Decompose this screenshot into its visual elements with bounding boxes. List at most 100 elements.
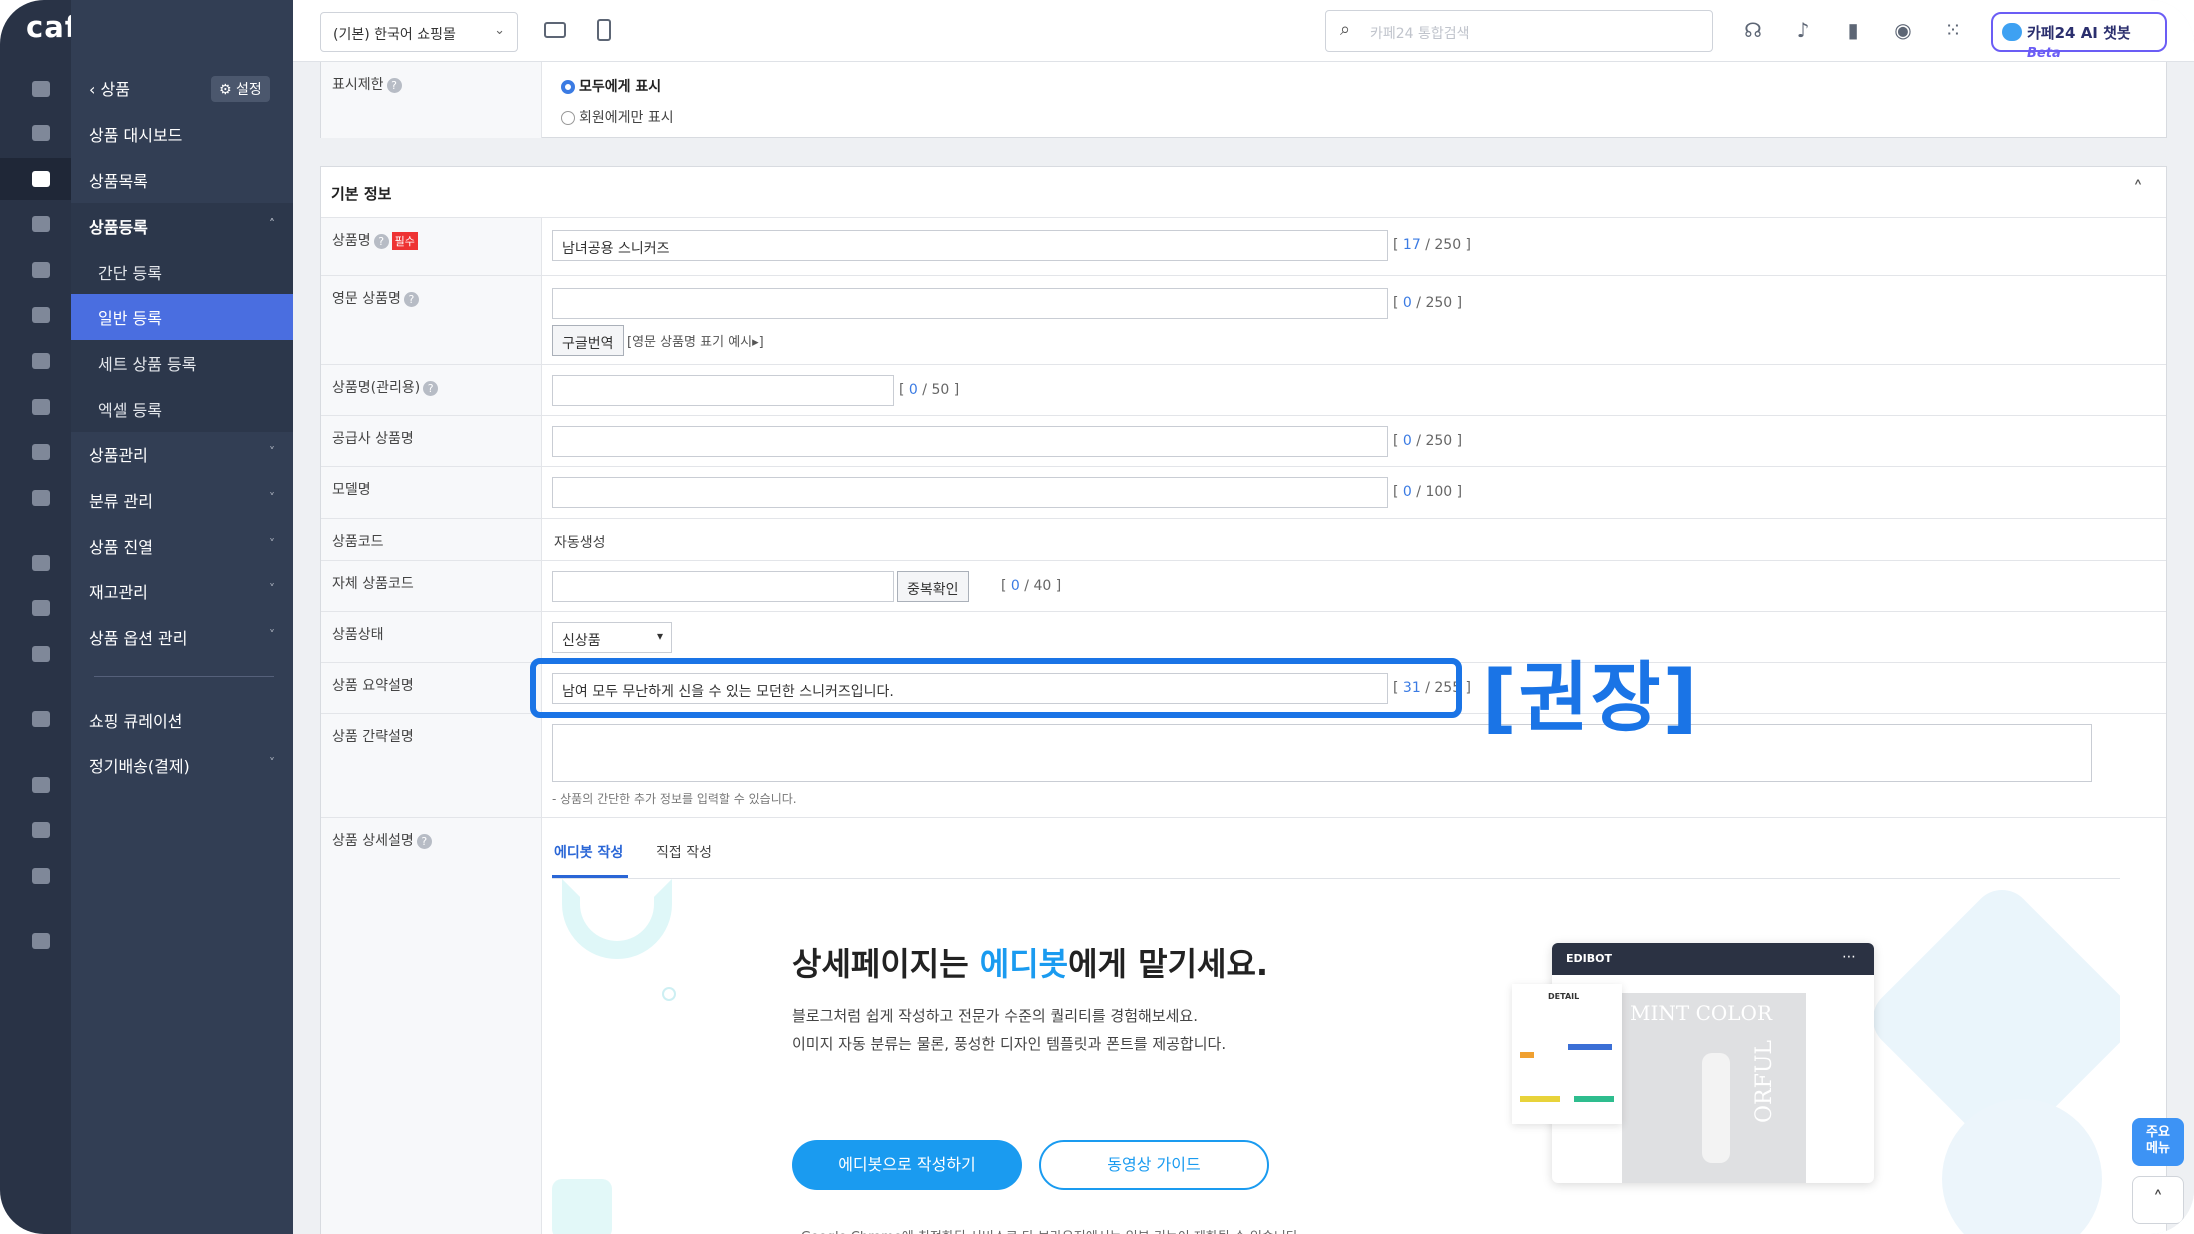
field-label: 표시제한 <box>332 77 384 93</box>
main-menu-button[interactable]: 주요 메뉴 <box>2132 1118 2184 1166</box>
sidebar-item-general-register[interactable]: 일반 등록 <box>71 294 293 340</box>
radio-members-only[interactable]: 회원에게만 표시 <box>561 107 674 127</box>
desktop-view-icon[interactable] <box>543 18 567 42</box>
supplier-name-input[interactable] <box>552 426 1388 457</box>
megaphone-icon[interactable] <box>26 593 56 623</box>
english-name-input[interactable] <box>552 288 1388 319</box>
summary-highlight-box <box>530 658 1462 718</box>
chevron-up-icon: ˄ <box>269 217 275 231</box>
brief-textarea[interactable] <box>552 724 2092 782</box>
chatbot-icon <box>2002 23 2022 41</box>
settings-button[interactable]: ⚙ 설정 <box>211 76 270 102</box>
gear-icon[interactable] <box>26 926 56 956</box>
market-icon[interactable] <box>26 639 56 669</box>
sidebar-item-product-display[interactable]: 상품 진열 ˅ <box>71 523 293 569</box>
chevron-up-icon: ˄ <box>2153 1187 2163 1211</box>
brief-hint: - 상품의 간단한 추가 정보를 입력할 수 있습니다. <box>552 792 797 806</box>
admin-name-input[interactable] <box>552 375 894 406</box>
counter-current: 0 <box>908 382 918 398</box>
preview-detail-label: DETAIL <box>1548 992 1580 1001</box>
supplier-name-label: 공급사 상품명 <box>321 416 542 466</box>
duplicate-check-button[interactable]: 중복확인 <box>897 571 969 602</box>
counter-current: 0 <box>1402 433 1412 449</box>
product-name-input[interactable]: 남녀공용 스니커즈 <box>552 230 1388 261</box>
cart-icon[interactable] <box>26 118 56 148</box>
sidebar-item-label: 엑셀 등록 <box>98 401 162 420</box>
sidebar-item-excel-register[interactable]: 엑셀 등록 <box>71 386 293 432</box>
sidebar-item-category-manage[interactable]: 분류 관리 ˅ <box>71 477 293 523</box>
sidebar-item-subscription[interactable]: 정기배송(결제) ˅ <box>71 742 293 788</box>
sidebar-item-label: 재고관리 <box>89 583 148 602</box>
truck-icon[interactable] <box>26 704 56 734</box>
sidebar-item-option-manage[interactable]: 상품 옵션 관리 ˅ <box>71 614 293 660</box>
board-icon[interactable] <box>26 300 56 330</box>
editbot-write-button[interactable]: 에디봇으로 작성하기 <box>792 1140 1022 1190</box>
tab-direct[interactable]: 직접 작성 <box>656 842 712 862</box>
help-icon[interactable]: ? <box>386 77 402 93</box>
status-select[interactable]: 신상품 ▾ <box>552 622 672 653</box>
sidebar-item-label: 상품등록 <box>89 218 148 237</box>
scroll-top-button[interactable]: ˄ <box>2132 1176 2184 1224</box>
sidebar-item-simple-register[interactable]: 간단 등록 <box>71 249 293 295</box>
sidebar-item-label: 쇼핑 큐레이션 <box>89 712 183 731</box>
field-label: 상품 상세설명 <box>332 833 414 849</box>
field-label: 상품코드 <box>332 534 384 550</box>
headset-icon[interactable]: ☊ <box>1741 18 1765 42</box>
search-input[interactable]: ⌕ 카페24 통합검색 <box>1325 10 1713 52</box>
brief-row: 상품 간략설명 - 상품의 간단한 추가 정보를 입력할 수 있습니다. <box>321 713 2166 817</box>
sidebar-item-curation[interactable]: 쇼핑 큐레이션 <box>71 697 293 743</box>
home-icon[interactable] <box>26 74 56 104</box>
char-counter: [ 0 / 40 ] <box>1001 578 1062 594</box>
admin-name-label: 상품명(관리용)? <box>321 365 542 415</box>
sidebar-item-product-manage[interactable]: 상품관리 ˅ <box>71 431 293 477</box>
stats-icon[interactable] <box>26 437 56 467</box>
char-counter: [ 0 / 50 ] <box>899 382 960 398</box>
user-icon[interactable] <box>26 209 56 239</box>
bookmark-icon[interactable]: ▮ <box>1841 18 1865 42</box>
folder-icon[interactable] <box>26 815 56 845</box>
app-frame: cafe24 « ‹ 상품 ⚙ 설정 상품 대시보드 상품목록 상품등록˄ 간단… <box>0 0 2194 1234</box>
counter-current: 0 <box>1010 578 1020 594</box>
preview-brand: EDIBOT <box>1566 952 1612 965</box>
sidebar-item-set-register[interactable]: 세트 상품 등록 <box>71 340 293 386</box>
copy-icon[interactable] <box>26 861 56 891</box>
book-icon[interactable] <box>26 483 56 513</box>
mobile-view-icon[interactable] <box>592 18 616 42</box>
char-counter: [ 17 / 250 ] <box>1393 237 1472 253</box>
help-icon[interactable]: ? <box>423 380 439 396</box>
model-name-input[interactable] <box>552 477 1388 508</box>
brief-label: 상품 간략설명 <box>321 714 542 817</box>
chat-icon[interactable] <box>26 255 56 285</box>
bell-icon[interactable]: ♪ <box>1791 18 1815 42</box>
apps-icon[interactable] <box>26 770 56 800</box>
account-icon[interactable]: ◉ <box>1891 18 1915 42</box>
chevron-down-icon: ▾ <box>656 629 663 643</box>
help-icon[interactable]: ? <box>373 233 389 249</box>
own-code-input[interactable] <box>552 571 894 602</box>
help-icon[interactable]: ? <box>403 291 419 307</box>
video-guide-button[interactable]: 동영상 가이드 <box>1039 1140 1269 1190</box>
apps-grid-icon[interactable]: ⁙ <box>1941 18 1965 42</box>
radio-all[interactable]: 모두에게 표시 <box>561 76 661 96</box>
shop-select[interactable]: (기본) 한국어 쇼핑몰 ⌄ <box>320 12 518 52</box>
decor-arc <box>562 879 672 959</box>
sidebar-item-dashboard[interactable]: 상품 대시보드 <box>71 111 293 157</box>
field-label: 상품명(관리용) <box>332 380 421 396</box>
field-label: 상품 간략설명 <box>332 729 414 745</box>
status-select-value: 신상품 <box>562 633 601 649</box>
counter-max: 250 <box>1434 237 1462 253</box>
shirt-icon[interactable] <box>26 164 56 194</box>
chevron-down-icon: ˅ <box>269 628 275 642</box>
help-icon[interactable]: ? <box>416 833 432 849</box>
palette-icon[interactable] <box>26 346 56 376</box>
coupon-icon[interactable] <box>26 392 56 422</box>
sidebar-item-product-register[interactable]: 상품등록 ˄ <box>71 203 293 249</box>
sidebar-item-inventory[interactable]: 재고관리 ˅ <box>71 568 293 614</box>
tab-editbot[interactable]: 에디봇 작성 <box>554 842 623 862</box>
collapse-section-icon[interactable]: ˄ <box>2133 177 2143 201</box>
english-name-example-link[interactable]: [영문 상품명 표기 예시▸] <box>627 331 764 350</box>
google-translate-button[interactable]: 구글번역 <box>552 325 624 356</box>
sidebar-item-product-list[interactable]: 상품목록 <box>71 157 293 203</box>
store-icon[interactable] <box>26 548 56 578</box>
ai-chatbot-button[interactable]: 카페24 AI 챗봇 Beta <box>1991 12 2167 61</box>
